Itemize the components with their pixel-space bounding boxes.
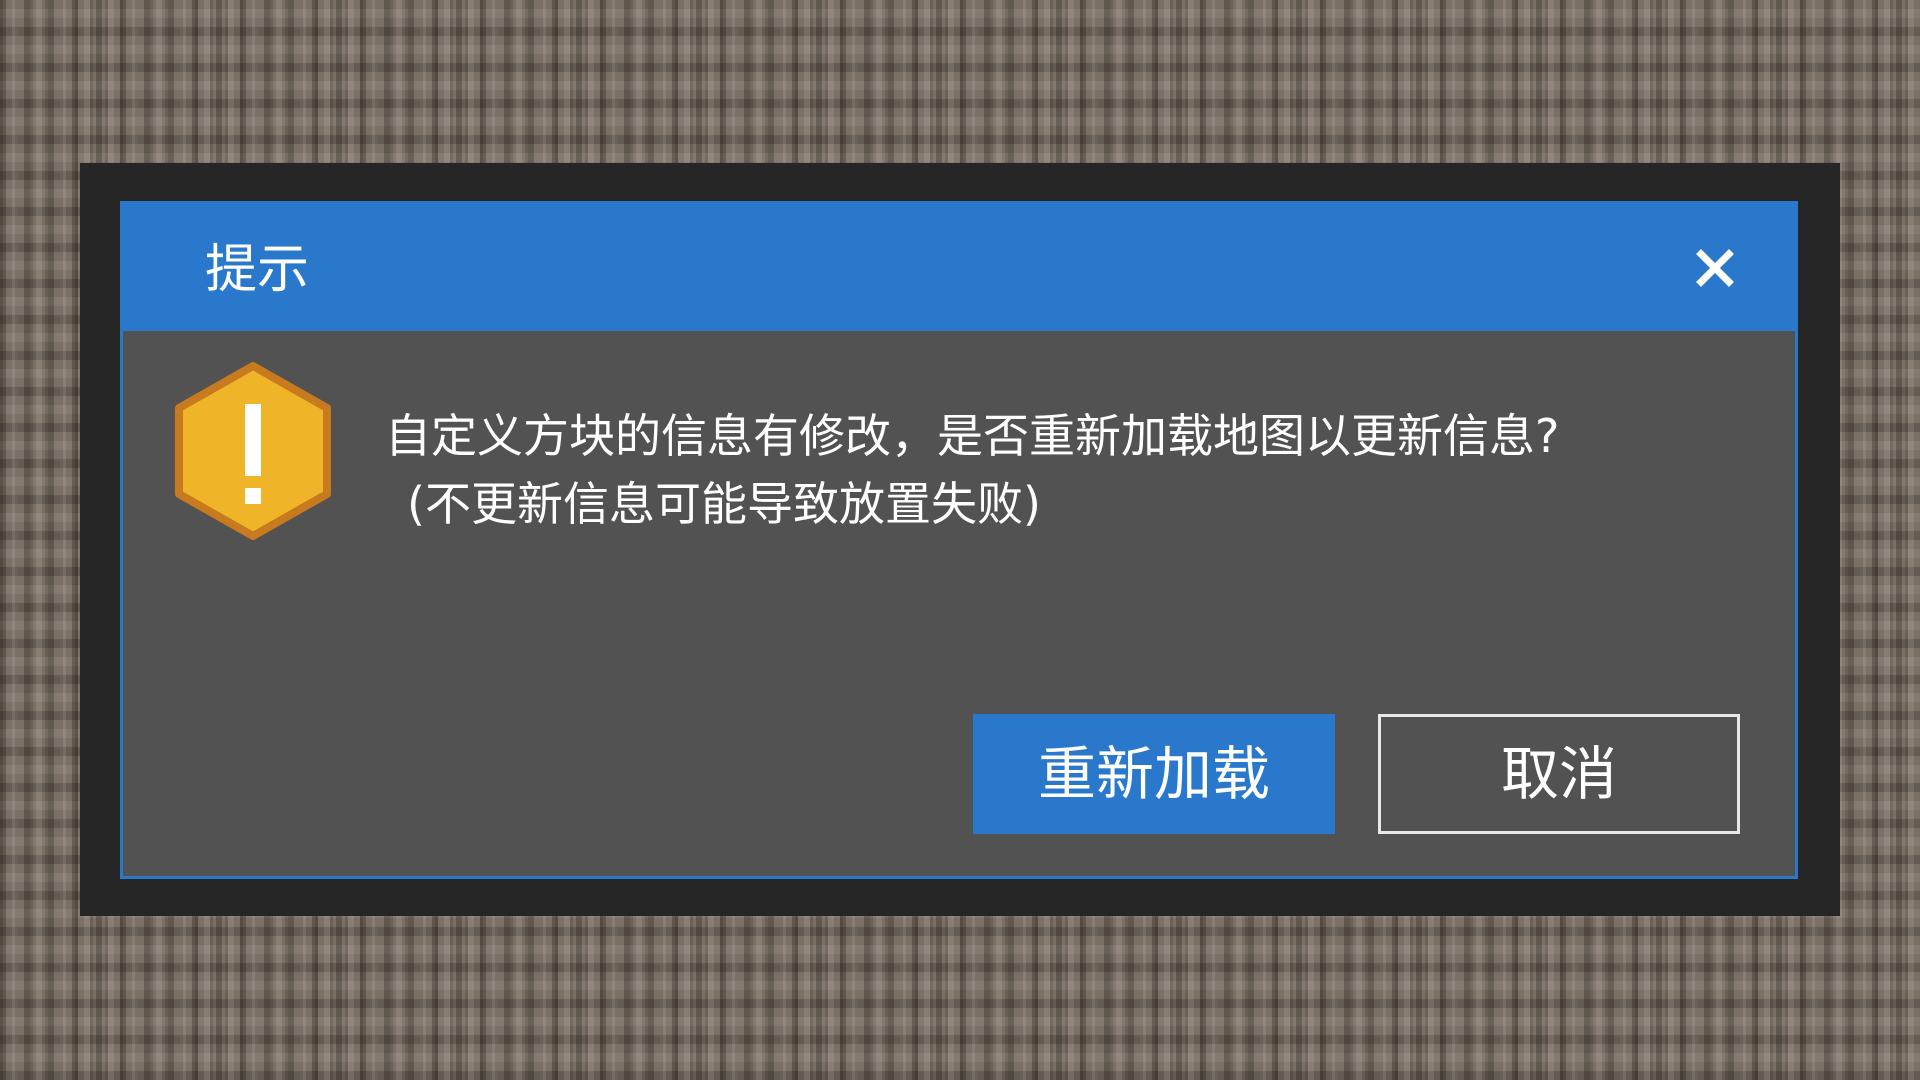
dialog-titlebar: 提示 [123, 204, 1795, 331]
warning-icon [173, 362, 333, 540]
message-line-1: 自定义方块的信息有修改，是否重新加载地图以更新信息? [385, 409, 1560, 463]
confirm-dialog: 提示 自定义方块的信息有修改，是否重新加载地图以更新信息? (不更新信息可能导致… [120, 201, 1798, 879]
close-icon [1696, 249, 1734, 287]
message-line-2: (不更新信息可能导致放置失败) [407, 477, 1041, 531]
dialog-title: 提示 [205, 240, 310, 300]
close-button[interactable] [1693, 246, 1737, 290]
dialog-frame: 提示 自定义方块的信息有修改，是否重新加载地图以更新信息? (不更新信息可能导致… [80, 163, 1840, 916]
reload-button[interactable]: 重新加载 [973, 714, 1335, 834]
cancel-button[interactable]: 取消 [1378, 714, 1740, 834]
dialog-message: 自定义方块的信息有修改，是否重新加载地图以更新信息? (不更新信息可能导致放置失… [385, 402, 1559, 538]
